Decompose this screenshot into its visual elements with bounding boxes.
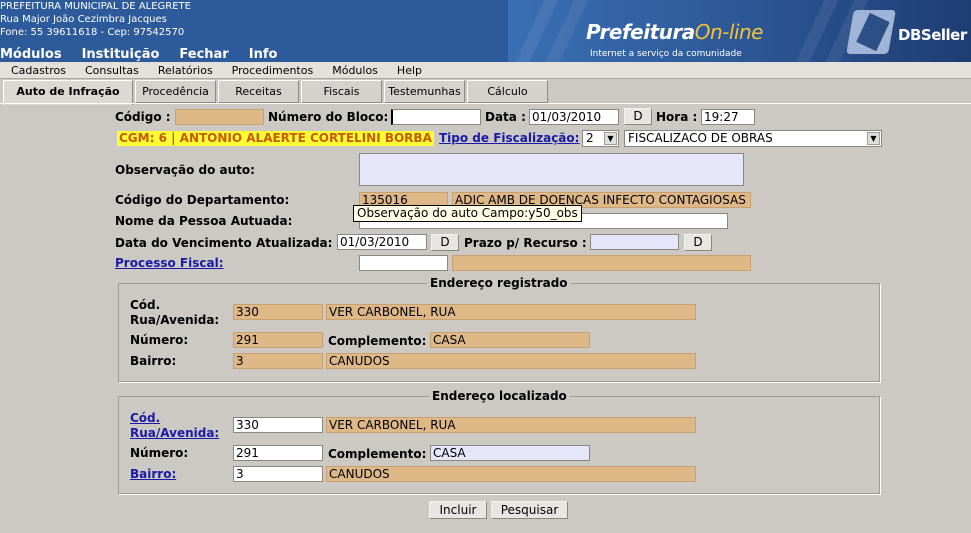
data-calendar-button[interactable]: D xyxy=(624,108,652,125)
pessoa-autuada-label: Nome da Pessoa Autuada: xyxy=(115,214,293,228)
observacao-textarea[interactable] xyxy=(359,153,744,186)
tab-fiscais[interactable]: Fiscais xyxy=(301,80,382,103)
prefeitura-online-logo: PrefeituraOn-line xyxy=(586,20,763,44)
data-field[interactable]: 01/03/2010 xyxy=(529,109,619,125)
reg-rua-label: Cód. Rua/Avenida: xyxy=(130,298,220,327)
loc-numero-field[interactable]: 291 xyxy=(233,445,323,461)
tab-testemunhas[interactable]: Testemunhas xyxy=(384,80,465,103)
tab-calculo[interactable]: Cálculo xyxy=(467,80,548,103)
loc-rua-link[interactable]: Cód. Rua/Avenida: xyxy=(130,411,230,441)
reg-complemento-field: CASA xyxy=(430,332,590,348)
reg-rua-desc-field: VER CARBONEL, RUA xyxy=(326,304,696,320)
loc-bairro-code-field[interactable]: 3 xyxy=(233,466,323,482)
banner-tagline: Internet a serviço da comunidade xyxy=(590,49,742,59)
vencimento-label: Data do Vencimento Atualizada: xyxy=(115,236,333,250)
submenu-procedimentos[interactable]: Procedimentos xyxy=(232,62,314,78)
hora-label: Hora : xyxy=(656,110,698,124)
departamento-label: Código do Departamento: xyxy=(115,193,290,207)
reg-numero-label: Número: xyxy=(130,333,189,347)
tab-bar: Auto de Infração Procedência Receitas Fi… xyxy=(3,80,971,105)
codigo-field[interactable] xyxy=(175,109,264,125)
tab-auto-de-infracao[interactable]: Auto de Infração xyxy=(3,80,133,105)
chevron-down-icon: ▼ xyxy=(867,132,880,145)
tab-receitas[interactable]: Receitas xyxy=(218,80,299,103)
institution-name: PREFEITURA MUNICIPAL DE ALEGRETE xyxy=(0,1,191,12)
chevron-down-icon: ▼ xyxy=(604,132,617,145)
numero-bloco-field[interactable] xyxy=(391,109,481,125)
reg-complemento-label: Complemento: xyxy=(328,334,427,348)
endereco-localizado-legend: Endereço localizado xyxy=(429,389,570,403)
app-header: PREFEITURA MUNICIPAL DE ALEGRETE Rua Maj… xyxy=(0,0,971,62)
reg-bairro-desc-field: CANUDOS xyxy=(326,353,696,369)
incluir-button[interactable]: Incluir xyxy=(429,501,487,519)
vencimento-field[interactable]: 01/03/2010 xyxy=(337,234,427,250)
institution-address: Rua Major João Cezimbra Jacques xyxy=(0,14,167,25)
loc-numero-label: Número: xyxy=(130,446,189,460)
submenu-relatorios[interactable]: Relatórios xyxy=(158,62,213,78)
processo-fiscal-link[interactable]: Processo Fiscal: xyxy=(115,256,224,270)
submenu-help[interactable]: Help xyxy=(397,62,422,78)
menu-fechar[interactable]: Fechar xyxy=(179,47,228,62)
submenu-consultas[interactable]: Consultas xyxy=(85,62,139,78)
observacao-label: Observação do auto: xyxy=(115,163,255,177)
sub-menu: Cadastros Consultas Relatórios Procedime… xyxy=(0,62,971,79)
tooltip: Observação do auto Campo:y50_obs xyxy=(353,205,582,222)
submenu-modulos[interactable]: Módulos xyxy=(332,62,378,78)
loc-complemento-label: Complemento: xyxy=(328,447,427,461)
reg-rua-code-field: 330 xyxy=(233,304,323,320)
tipo-fiscalizacao-desc-select[interactable]: FISCALIZACO DE OBRAS ▼ xyxy=(624,130,882,147)
menu-info[interactable]: Info xyxy=(249,47,278,62)
cgm-info: CGM: 6 | ANTONIO ALAERTE CORTELINI BORBA xyxy=(117,131,434,146)
endereco-registrado-legend: Endereço registrado xyxy=(427,276,571,290)
menu-instituicao[interactable]: Instituição xyxy=(82,47,160,62)
pesquisar-button[interactable]: Pesquisar xyxy=(491,501,568,519)
processo-fiscal-desc xyxy=(452,255,751,271)
institution-contact: Fone: 55 39611618 - Cep: 97542570 xyxy=(0,27,185,38)
tipo-fiscalizacao-link[interactable]: Tipo de Fiscalização: xyxy=(439,131,579,145)
prazo-recurso-field[interactable] xyxy=(590,234,679,250)
banner: PrefeituraOn-line Internet a serviço da … xyxy=(508,0,971,62)
numero-bloco-label: Número do Bloco: xyxy=(268,110,389,124)
prazo-recurso-label: Prazo p/ Recurso : xyxy=(464,236,587,250)
vencimento-calendar-button[interactable]: D xyxy=(431,234,459,251)
data-label: Data : xyxy=(485,110,526,124)
tipo-fiscalizacao-code-select[interactable]: 2 ▼ xyxy=(582,130,619,147)
hora-field[interactable]: 19:27 xyxy=(701,109,755,125)
loc-rua-code-field[interactable]: 330 xyxy=(233,417,323,433)
reg-bairro-code-field: 3 xyxy=(233,353,323,369)
reg-numero-field: 291 xyxy=(233,332,323,348)
institution-info: PREFEITURA MUNICIPAL DE ALEGRETE Rua Maj… xyxy=(0,0,191,39)
codigo-label: Código : xyxy=(115,110,171,124)
submenu-cadastros[interactable]: Cadastros xyxy=(11,62,66,78)
processo-fiscal-field[interactable] xyxy=(359,255,448,271)
reg-bairro-label: Bairro: xyxy=(130,354,177,368)
tab-procedencia[interactable]: Procedência xyxy=(135,80,216,103)
dbseller-logo: DBSeller xyxy=(846,10,970,54)
loc-complemento-field[interactable]: CASA xyxy=(430,445,590,461)
loc-bairro-desc-field: CANUDOS xyxy=(326,466,696,482)
top-menu: Módulos Instituição Fechar Info xyxy=(0,47,277,62)
prazo-calendar-button[interactable]: D xyxy=(684,234,712,251)
menu-modulos[interactable]: Módulos xyxy=(0,47,62,62)
loc-rua-desc-field: VER CARBONEL, RUA xyxy=(326,417,696,433)
loc-bairro-link[interactable]: Bairro: xyxy=(130,467,176,481)
